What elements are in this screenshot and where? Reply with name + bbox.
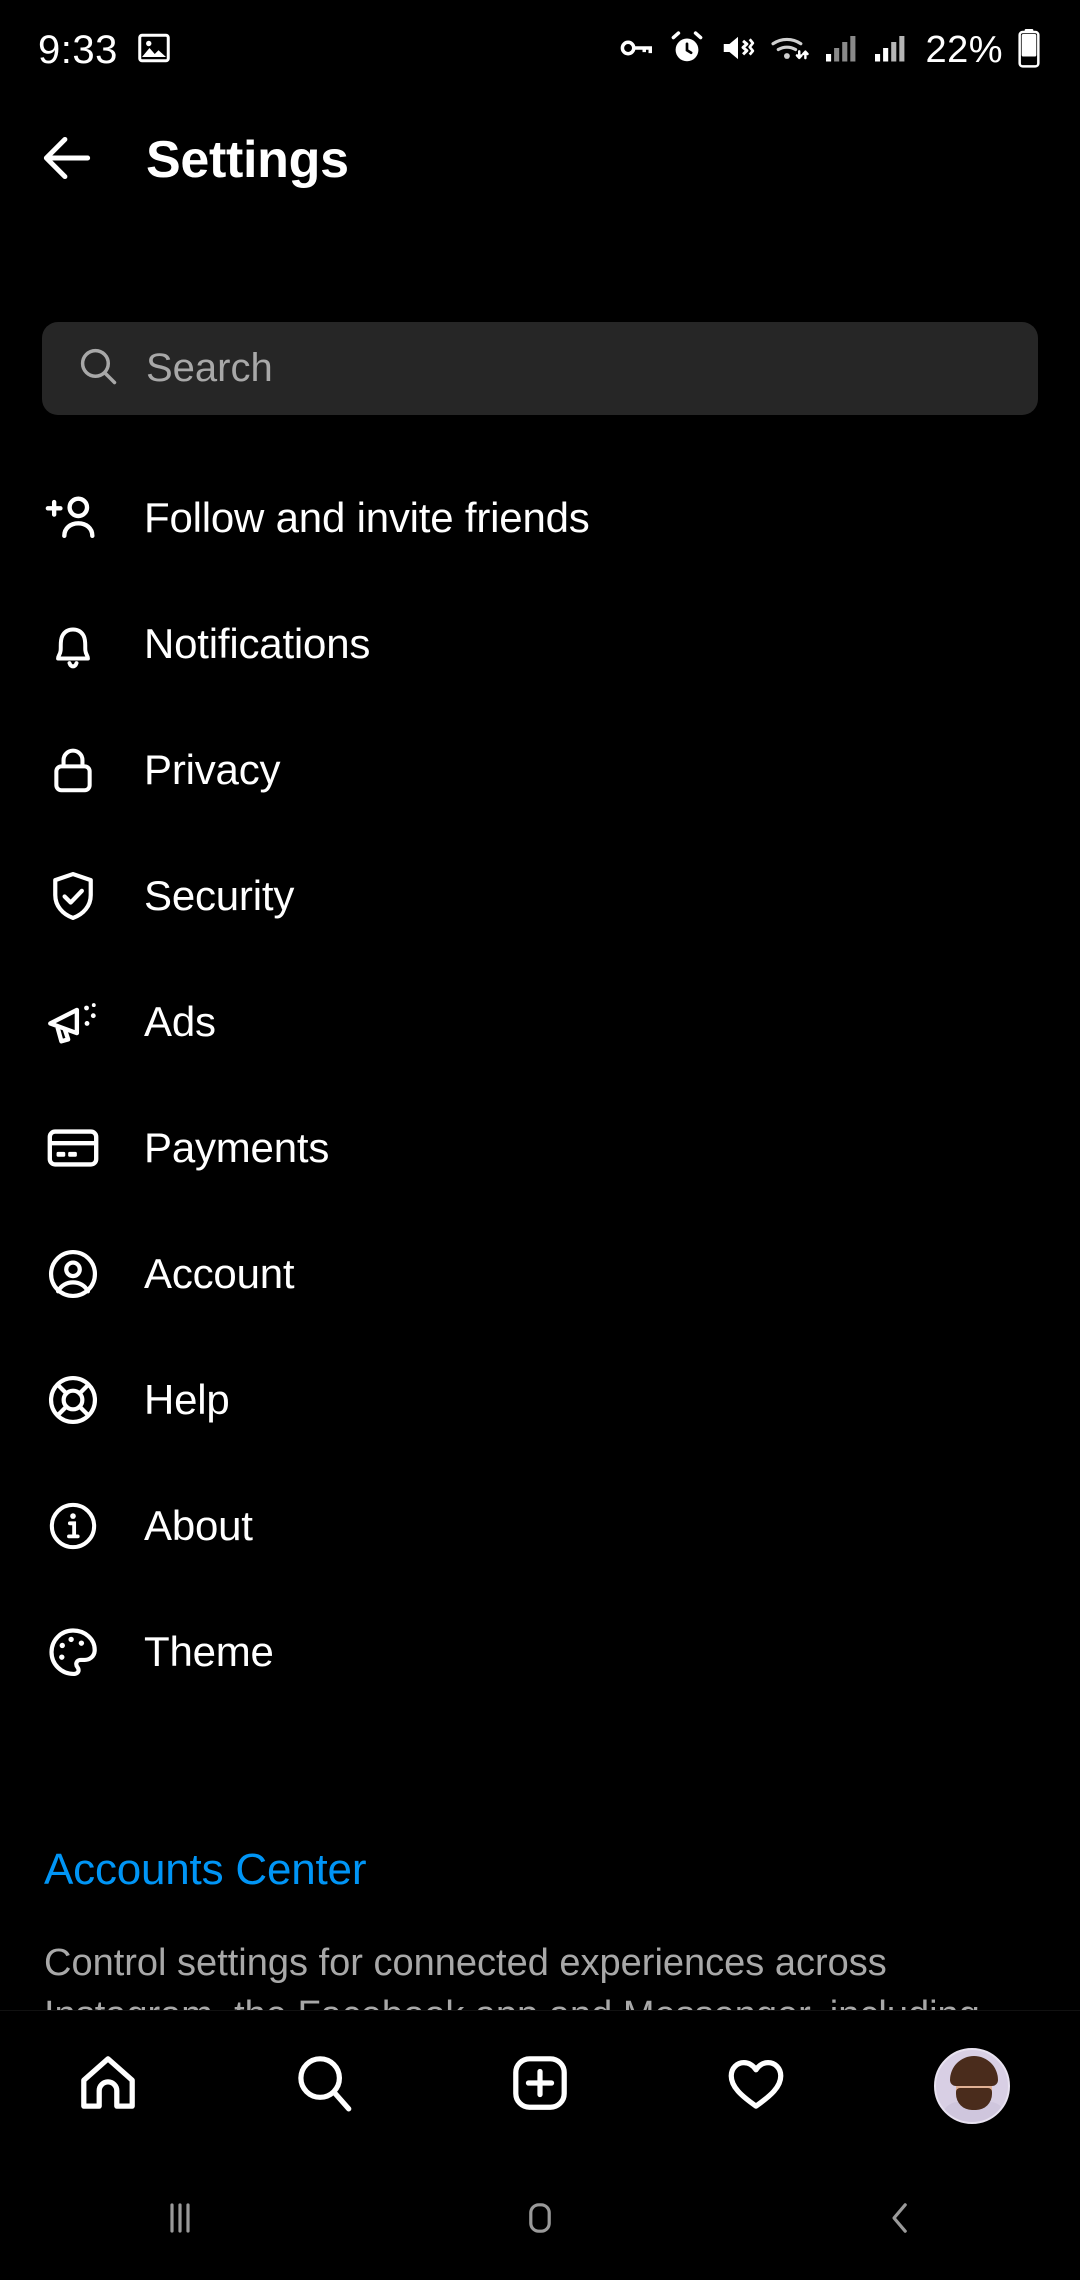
settings-item-label: Privacy bbox=[144, 746, 281, 793]
back-chevron-icon bbox=[876, 2194, 924, 2247]
search-icon bbox=[76, 344, 120, 393]
settings-item-notifications[interactable]: Notifications bbox=[0, 581, 1080, 707]
settings-item-privacy[interactable]: Privacy bbox=[0, 707, 1080, 833]
alarm-icon bbox=[668, 29, 706, 72]
account-circle-icon bbox=[42, 1243, 104, 1305]
settings-item-label: Account bbox=[144, 1250, 295, 1297]
avatar bbox=[934, 2047, 1010, 2124]
status-bar-clock: 9:33 bbox=[38, 27, 118, 72]
status-bar: 9:33 22% bbox=[0, 0, 1080, 100]
settings-item-about[interactable]: About bbox=[0, 1463, 1080, 1589]
nav-recents-button[interactable] bbox=[0, 2160, 360, 2280]
tab-search[interactable] bbox=[216, 2011, 432, 2161]
nav-home-button[interactable] bbox=[360, 2160, 720, 2280]
page-title: Settings bbox=[146, 131, 349, 189]
settings-item-label: Ads bbox=[144, 998, 216, 1045]
settings-item-label: Help bbox=[144, 1376, 230, 1423]
settings-item-theme[interactable]: Theme bbox=[0, 1589, 1080, 1715]
settings-item-ads[interactable]: Ads bbox=[0, 959, 1080, 1085]
settings-item-label: Security bbox=[144, 872, 295, 919]
shield-check-icon bbox=[42, 865, 104, 927]
settings-item-follow-and-invite-friends[interactable]: Follow and invite friends bbox=[0, 455, 1080, 581]
home-square-icon bbox=[516, 2194, 564, 2247]
signal-bars-icon-2 bbox=[872, 30, 908, 71]
settings-list: Follow and invite friends Notifications … bbox=[0, 455, 1080, 1715]
settings-item-label: Theme bbox=[144, 1628, 274, 1675]
accounts-center-link[interactable]: Accounts Center bbox=[44, 1845, 1044, 1895]
wifi-icon bbox=[770, 29, 810, 72]
battery-percent-label: 22% bbox=[925, 28, 1003, 71]
bell-icon bbox=[42, 613, 104, 675]
signal-bars-icon-1 bbox=[823, 30, 859, 71]
person-add-icon bbox=[42, 487, 104, 549]
lock-icon bbox=[42, 739, 104, 801]
search-field[interactable]: Search bbox=[42, 322, 1038, 415]
tab-profile[interactable] bbox=[864, 2011, 1080, 2161]
heart-icon bbox=[723, 2050, 789, 2121]
search-input-placeholder[interactable]: Search bbox=[146, 346, 273, 391]
settings-item-payments[interactable]: Payments bbox=[0, 1085, 1080, 1211]
vpn-key-icon bbox=[617, 29, 655, 72]
battery-icon bbox=[1016, 28, 1042, 73]
settings-item-account[interactable]: Account bbox=[0, 1211, 1080, 1337]
search-icon bbox=[291, 2050, 357, 2121]
image-icon bbox=[136, 30, 172, 71]
settings-item-label: Follow and invite friends bbox=[144, 494, 590, 541]
nav-back-button[interactable] bbox=[720, 2160, 1080, 2280]
palette-icon bbox=[42, 1621, 104, 1683]
settings-item-security[interactable]: Security bbox=[0, 833, 1080, 959]
recents-icon bbox=[156, 2194, 204, 2247]
vibrate-icon bbox=[719, 29, 757, 72]
page-header: Settings bbox=[0, 100, 1080, 220]
home-icon bbox=[75, 2050, 141, 2121]
back-button[interactable] bbox=[12, 105, 122, 215]
status-bar-right: 22% bbox=[617, 28, 1042, 73]
status-bar-left: 9:33 bbox=[38, 28, 172, 73]
settings-item-label: About bbox=[144, 1502, 253, 1549]
android-navigation-bar bbox=[0, 2160, 1080, 2280]
plus-square-icon bbox=[507, 2050, 573, 2121]
settings-item-help[interactable]: Help bbox=[0, 1337, 1080, 1463]
tab-home[interactable] bbox=[0, 2011, 216, 2161]
megaphone-icon bbox=[42, 991, 104, 1053]
bottom-tab-bar bbox=[0, 2010, 1080, 2160]
settings-item-label: Payments bbox=[144, 1124, 330, 1171]
credit-card-icon bbox=[42, 1117, 104, 1179]
settings-item-label: Notifications bbox=[144, 620, 371, 667]
search-bar[interactable]: Search bbox=[42, 322, 1038, 415]
life-ring-icon bbox=[42, 1369, 104, 1431]
tab-create[interactable] bbox=[432, 2011, 648, 2161]
info-circle-icon bbox=[42, 1495, 104, 1557]
back-arrow-icon bbox=[36, 127, 98, 194]
tab-activity[interactable] bbox=[648, 2011, 864, 2161]
